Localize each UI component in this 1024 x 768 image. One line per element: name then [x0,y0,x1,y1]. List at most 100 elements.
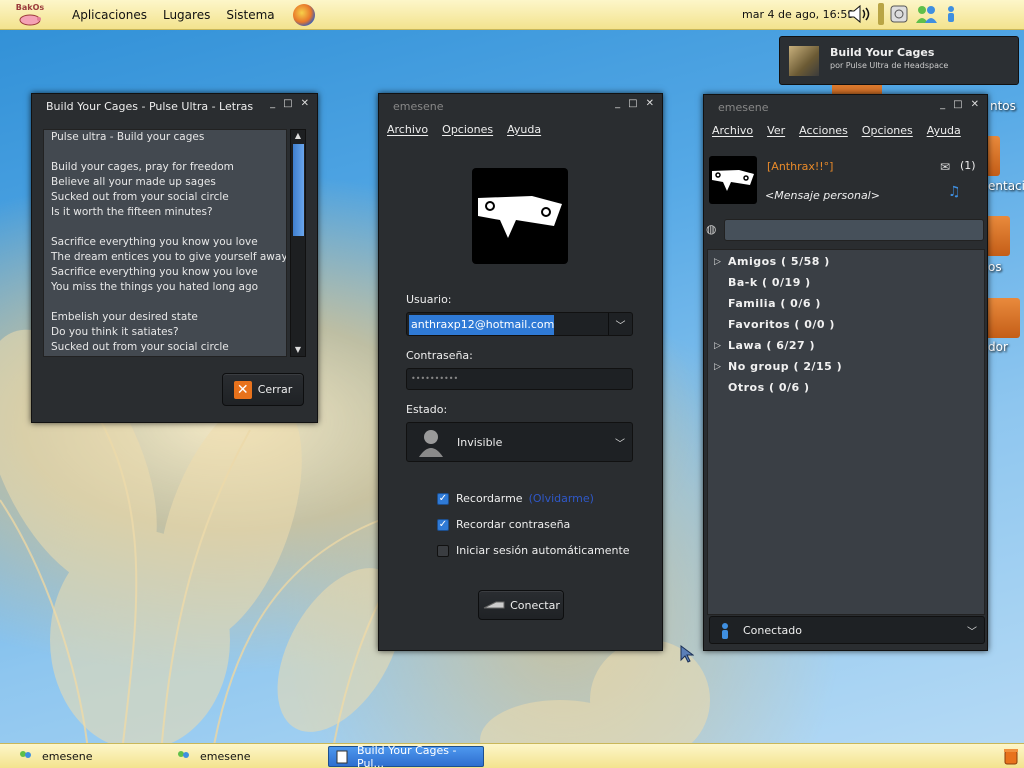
menu-ayuda[interactable]: Ayuda [927,124,961,137]
minimize-icon[interactable]: _ [270,98,275,109]
desktop-label-3[interactable]: os [988,260,1002,274]
trash-icon[interactable] [1002,747,1020,765]
menu-opciones[interactable]: Opciones [442,123,493,136]
connect-button[interactable]: Conectar [478,590,564,620]
menu-ver[interactable]: Ver [767,124,785,137]
status-combo[interactable]: Invisible ﹀ [406,422,633,462]
group-row[interactable]: Ba-k ( 0/19 ) [714,276,811,289]
lyrics-window-title: Build Your Cages - Pulse Ultra - Letras [46,99,254,113]
logo-text: BakOs [15,3,45,12]
auto-login-checkbox[interactable] [437,544,449,557]
menu-lugares[interactable]: Lugares [163,8,210,22]
lyrics-icon [336,750,348,764]
chevron-down-icon[interactable]: ﹀ [960,617,984,643]
mail-count[interactable]: (1) [960,159,976,172]
close-icon[interactable]: ✕ [301,98,309,109]
group-row[interactable]: Otros ( 0/6 ) [714,381,810,394]
menu-archivo[interactable]: Archivo [712,124,753,137]
menu-opciones[interactable]: Opciones [862,124,913,137]
maximize-icon[interactable]: □ [953,99,962,110]
personal-message[interactable]: <Mensaje personal> [765,189,880,202]
menu-acciones[interactable]: Acciones [799,124,848,137]
taskbar-item[interactable]: emesene [170,746,320,767]
forget-me-link[interactable]: (Olvidarme) [529,492,594,505]
user-status-icon [722,623,728,639]
status-combo[interactable]: Conectado ﹀ [709,616,985,644]
contact-list[interactable]: ▷ Amigos ( 5/58 ) Ba-k ( 0/19 ) Familia (… [707,249,985,615]
lyrics-line: Sucked out from your social circle [51,191,229,203]
connect-button-label: Conectar [510,598,560,612]
expand-arrow-icon[interactable]: ▷ [714,362,728,372]
group-label: Otros ( 0/6 ) [728,381,810,394]
scroll-up-icon[interactable]: ▲ [291,130,305,142]
chevron-down-icon[interactable]: ﹀ [608,313,632,335]
remember-me-checkbox[interactable]: ✓ [437,492,449,505]
password-input[interactable]: •••••••••• [409,369,458,389]
connect-plug-icon [483,601,505,609]
volume-icon[interactable] [846,3,874,25]
contacts-titlebar[interactable]: emesene _ □ ✕ [704,95,987,119]
user-combo[interactable]: anthraxp12@hotmail.com ﹀ [406,312,633,336]
user-input[interactable]: anthraxp12@hotmail.com [409,315,555,335]
maximize-icon[interactable]: □ [283,98,292,109]
scroll-down-icon[interactable]: ▼ [291,344,305,356]
menu-archivo[interactable]: Archivo [387,123,428,136]
group-row[interactable]: ▷ Lawa ( 6/27 ) [714,339,815,352]
minimize-icon[interactable]: _ [940,99,945,110]
expand-arrow-icon[interactable]: ▷ [714,341,728,351]
menu-aplicaciones[interactable]: Aplicaciones [72,8,147,22]
drive-icon[interactable] [888,3,910,25]
avatar[interactable] [709,156,757,204]
lyrics-line: Believe all your made up sages [51,176,216,188]
scrollbar-thumb[interactable] [293,144,304,236]
search-icon: ◍ [706,222,717,236]
close-button[interactable]: ✕ Cerrar [222,373,304,406]
remember-me-label: Recordarme [456,492,523,505]
clock[interactable]: mar 4 de ago, 16:59 [742,8,854,21]
minimize-icon[interactable]: _ [615,98,620,109]
group-row[interactable]: Favoritos ( 0/0 ) [714,318,835,331]
expand-arrow-icon[interactable]: ▷ [714,257,728,267]
remember-me-row[interactable]: ✓ Recordarme (Olvidarme) [437,492,594,505]
avatar-image-icon [712,170,754,191]
lyrics-titlebar[interactable]: Build Your Cages - Pulse Ultra - Letras … [32,94,317,118]
remember-password-row[interactable]: ✓ Recordar contraseña [437,518,570,531]
notification-popup[interactable]: Build Your Cages por Pulse Ultra de Head… [779,36,1019,85]
bakos-logo[interactable]: BakOs [4,0,56,30]
messenger-icon[interactable] [914,3,940,25]
group-row[interactable]: ▷ Amigos ( 5/58 ) [714,255,830,268]
taskbar-item-active[interactable]: Build Your Cages - Pul... [328,744,484,768]
menu-ayuda[interactable]: Ayuda [507,123,541,136]
pig-icon [19,14,41,26]
lyrics-line: Build your cages, pray for freedom [51,161,234,173]
close-icon[interactable]: ✕ [971,99,979,110]
menu-sistema[interactable]: Sistema [226,8,274,22]
lyrics-line [44,220,286,235]
lyrics-text-area[interactable]: Pulse ultra - Build your cages Build you… [43,129,287,357]
lyrics-scrollbar[interactable]: ▲ ▼ [290,129,306,357]
panel-separator-icon [878,3,884,25]
group-row[interactable]: ▷ No group ( 2/15 ) [714,360,842,373]
nick-label[interactable]: [Anthrax!!°] [767,160,833,173]
desktop-label-2[interactable]: entacion [988,179,1024,193]
login-titlebar[interactable]: emesene _ □ ✕ [379,94,662,118]
chevron-down-icon[interactable]: ﹀ [608,423,632,461]
lyrics-line: Sucked out from your social circle [51,341,229,353]
music-note-icon[interactable]: ♫ [948,184,961,200]
close-x-icon: ✕ [233,380,252,399]
taskbar-item[interactable]: emesene [12,746,162,767]
user-status-icon[interactable] [944,3,958,25]
remember-password-checkbox[interactable]: ✓ [437,518,449,531]
contacts-window-title: emesene [718,100,769,114]
desktop-label-4[interactable]: dor [988,340,1008,354]
mail-icon[interactable]: ✉ [940,160,950,174]
password-field[interactable]: •••••••••• [406,368,633,390]
auto-login-row[interactable]: Iniciar sesión automáticamente [437,544,630,557]
maximize-icon[interactable]: □ [628,98,637,109]
firefox-icon[interactable] [292,3,315,26]
close-icon[interactable]: ✕ [646,98,654,109]
avatar[interactable] [472,168,568,264]
search-input[interactable] [724,219,984,241]
group-row[interactable]: Familia ( 0/6 ) [714,297,821,310]
desktop-label-1[interactable]: ntos [990,99,1016,113]
